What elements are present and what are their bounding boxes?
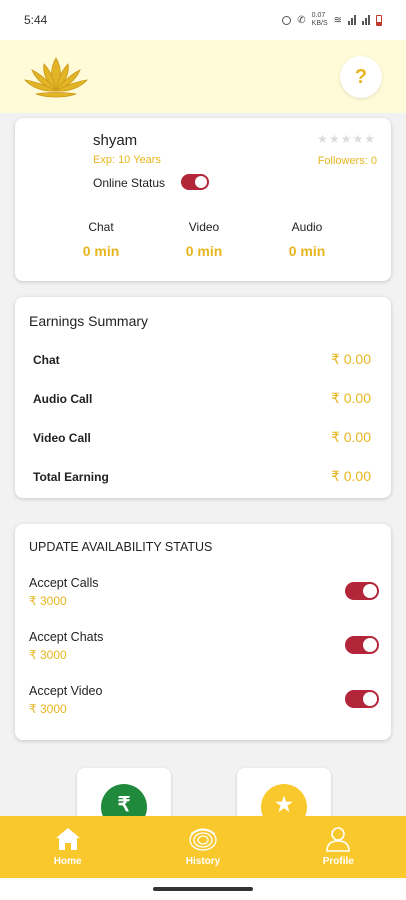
system-gesture-bar: [0, 878, 406, 900]
profile-name: shyam: [93, 132, 138, 149]
nav-label: History: [185, 856, 221, 867]
online-status-label: Online Status: [93, 176, 166, 190]
network-speed: 0.07 KB/S: [311, 12, 328, 27]
rating-star-icon: ★: [352, 132, 364, 146]
stat-label: Video: [188, 220, 220, 234]
availability-price: ₹ 3000: [29, 702, 67, 716]
stat-chat: Chat 0 min: [61, 220, 141, 259]
rating-star-icon: ★: [364, 132, 375, 146]
call-icon: ✆: [297, 14, 306, 26]
availability-title: UPDATE AVAILABILITY STATUS: [29, 540, 213, 554]
earnings-label: Audio Call: [33, 391, 93, 406]
accept-chats-toggle[interactable]: [345, 636, 379, 654]
accept-video-toggle[interactable]: [345, 690, 379, 708]
availability-card: UPDATE AVAILABILITY STATUS Accept Calls …: [15, 524, 391, 740]
online-status-toggle[interactable]: [181, 174, 209, 190]
stat-audio: Audio 0 min: [267, 220, 347, 259]
battery-icon: [376, 14, 382, 26]
earnings-label: Total Earning: [33, 469, 109, 484]
availability-price: ₹ 3000: [29, 594, 67, 608]
nav-label: Profile: [322, 856, 354, 867]
earnings-value: ₹ 0.00: [330, 429, 371, 445]
earnings-label: Video Call: [33, 430, 91, 445]
stat-value: 0 min: [82, 243, 120, 259]
earnings-value: ₹ 0.00: [330, 390, 371, 406]
availability-row-video: Accept Video ₹ 3000: [29, 684, 379, 716]
profile-card: shyam Exp: 10 Years Online Status ★ ★ ★ ★ ★ …: [15, 118, 391, 281]
signal-icon: [348, 15, 356, 25]
availability-row-calls: Accept Calls ₹ 3000: [29, 576, 379, 608]
rating-stars: ★ ★ ★ ★ ★: [317, 132, 375, 146]
stat-value: 0 min: [288, 243, 326, 259]
stat-label: Audio: [291, 220, 323, 234]
earnings-row-chat: Chat ₹ 0.00: [33, 351, 371, 368]
earnings-row-audio-call: Audio Call ₹ 0.00: [33, 390, 371, 407]
lotus-logo-icon: [23, 57, 89, 98]
earnings-summary-card: Earnings Summary Chat ₹ 0.00 Audio Call …: [15, 297, 391, 498]
alarm-icon: [282, 15, 292, 25]
nav-profile[interactable]: Profile: [271, 816, 406, 878]
wifi-icon: ≋: [333, 14, 342, 26]
rating-star-icon: ★: [317, 132, 328, 146]
profile-icon: [326, 827, 351, 852]
earnings-value: ₹ 0.00: [330, 351, 371, 367]
help-icon: ?: [354, 65, 368, 88]
earnings-row-video-call: Video Call ₹ 0.00: [33, 429, 371, 446]
profile-experience: Exp: 10 Years: [93, 154, 161, 166]
status-icons: ✆ 0.07 KB/S ≋: [282, 12, 382, 28]
nav-history[interactable]: History: [135, 816, 270, 878]
stat-value: 0 min: [185, 243, 223, 259]
availability-price: ₹ 3000: [29, 648, 67, 662]
bottom-nav: Home History Profile: [0, 816, 406, 878]
availability-row-chats: Accept Chats ₹ 3000: [29, 630, 379, 662]
nav-label: Home: [53, 856, 82, 867]
earnings-title: Earnings Summary: [29, 313, 149, 329]
earnings-row-total: Total Earning ₹ 0.00: [33, 468, 371, 485]
availability-label: Accept Chats: [29, 630, 104, 644]
rating-star-icon: ★: [328, 132, 340, 146]
help-button[interactable]: ?: [340, 56, 382, 98]
status-time: 5:44: [24, 13, 48, 27]
history-icon: [189, 828, 217, 851]
stat-label: Chat: [88, 220, 114, 234]
earnings-value: ₹ 0.00: [330, 468, 371, 484]
accept-calls-toggle[interactable]: [345, 582, 379, 600]
earnings-label: Chat: [33, 352, 60, 367]
signal-icon-2: [362, 15, 370, 25]
toggle-switch[interactable]: [181, 174, 209, 190]
home-gesture-handle[interactable]: [153, 887, 253, 891]
availability-label: Accept Video: [29, 684, 103, 698]
availability-label: Accept Calls: [29, 576, 99, 590]
stat-video: Video 0 min: [164, 220, 244, 259]
followers-count: Followers: 0: [317, 155, 377, 167]
home-icon: [55, 828, 80, 850]
nav-home[interactable]: Home: [0, 816, 135, 878]
status-bar: 5:44 ✆ 0.07 KB/S ≋: [0, 0, 406, 40]
rating-star-icon: ★: [340, 132, 352, 146]
